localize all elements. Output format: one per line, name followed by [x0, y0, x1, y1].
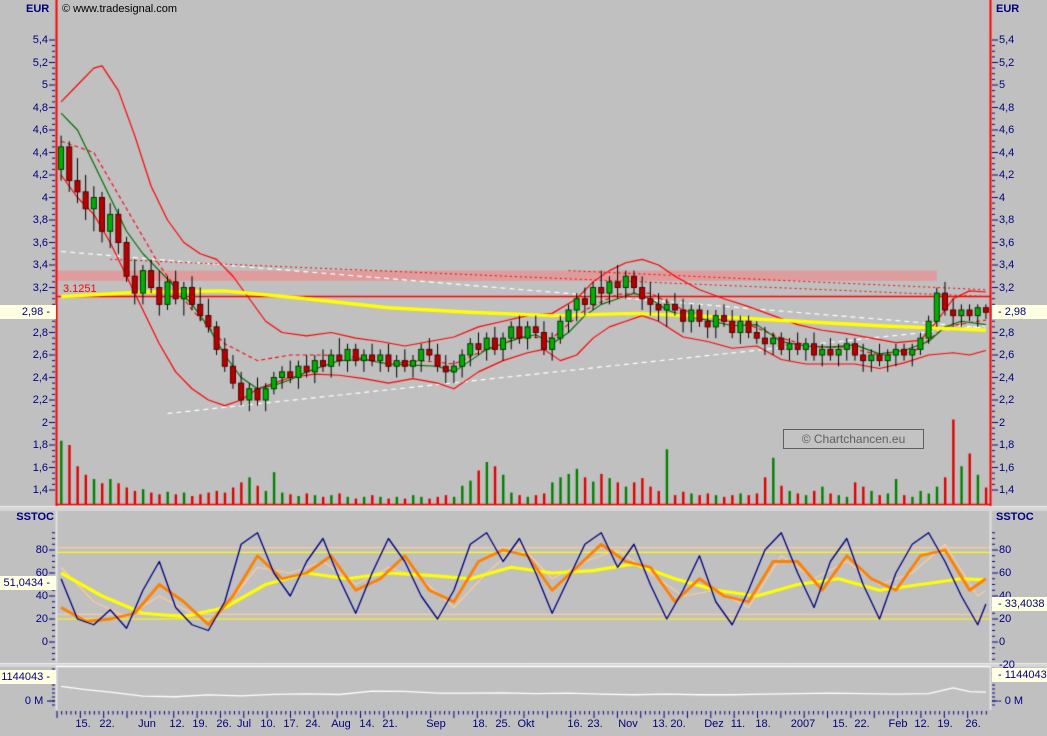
price-tick-label-right: 3,4 — [999, 259, 1015, 271]
last-price-label-left: 2,98 — [0, 305, 56, 319]
mvol-top-value-right: 1144043 — [992, 668, 1047, 682]
x-axis-label: Sep — [426, 718, 446, 730]
price-tick-label-right: 2 — [999, 416, 1006, 429]
mvol-zero-label-right: 0 M — [992, 695, 1023, 708]
copyright-text: © www.tradesignal.com — [62, 3, 178, 15]
price-tick-label-right: 3,8 — [999, 214, 1015, 226]
price-tick-label-right: 4 — [999, 191, 1006, 204]
sstoc-tick-label-left: 20 — [35, 613, 48, 625]
sstoc-value-right: 33,4038 — [992, 597, 1047, 611]
price-tick-label-right: 2,4 — [999, 371, 1015, 384]
chart-canvas — [0, 0, 1047, 736]
price-tick-label-left: 3,4 — [32, 259, 48, 271]
x-axis-label: 26. — [965, 718, 981, 730]
x-axis-label: 18. — [755, 718, 771, 730]
x-axis-label: 22. — [99, 718, 115, 730]
price-tick-label-right: 4,4 — [999, 146, 1015, 159]
mvol-top-value-left: 1144043 — [0, 670, 56, 684]
price-tick-label-left: 2,8 — [32, 326, 48, 339]
price-tick-label-left: 3,8 — [32, 214, 48, 226]
price-axis-unit-right: EUR — [996, 3, 1020, 15]
price-tick-label-right: 1,8 — [999, 439, 1015, 451]
price-tick-label-left: 1,6 — [32, 461, 48, 474]
price-tick-label-right: 2,6 — [999, 349, 1015, 361]
mvol-zero-label-left: 0 M — [0, 695, 56, 708]
price-tick-label-left: 4,4 — [32, 146, 48, 159]
price-tick-label-right: 5 — [999, 79, 1006, 91]
sstoc-title-right: SSTOC — [996, 511, 1034, 523]
price-tick-label-left: 4,8 — [32, 101, 48, 114]
price-tick-label-right: 4,2 — [999, 169, 1015, 181]
price-tick-label-left: 4,2 — [32, 169, 48, 181]
price-tick-label-left: 3,6 — [32, 236, 48, 249]
price-tick-label-left: 4 — [41, 191, 48, 204]
resistance-price-label: 3.1251 — [63, 283, 97, 295]
price-tick-label-right: 3,6 — [999, 236, 1015, 249]
price-tick-label-right: 5,2 — [999, 56, 1015, 69]
sstoc-tick-label-right: 80 — [999, 544, 1012, 556]
sstoc-tick-label-right: 20 — [999, 613, 1012, 625]
price-tick-label-right: 5,4 — [999, 34, 1015, 46]
price-tick-label-right: 3,2 — [999, 281, 1015, 294]
x-axis-label: Okt — [517, 718, 535, 730]
sstoc-value-left: 51,0434 — [0, 576, 56, 590]
price-tick-label-left: 3,2 — [32, 281, 48, 294]
price-tick-label-right: 4,6 — [999, 124, 1015, 136]
price-axis-unit-left: EUR — [26, 3, 50, 15]
price-tick-label-left: 1,4 — [32, 484, 48, 496]
last-price-label-right: 2,98 — [992, 305, 1047, 319]
watermark-box: © Chartchancen.eu — [783, 429, 924, 449]
price-tick-label-left: 2,2 — [32, 394, 48, 406]
price-tick-label-left: 1,8 — [32, 439, 48, 451]
price-tick-label-left: 2,6 — [32, 349, 48, 361]
sstoc-tick-label-left: 80 — [35, 544, 48, 556]
price-tick-label-right: 4,8 — [999, 101, 1015, 114]
price-tick-label-left: 2,4 — [32, 371, 48, 384]
price-tick-label-left: 4,6 — [32, 124, 48, 136]
sstoc-tick-label-left: 40 — [35, 590, 48, 602]
watermark-text: © Chartchancen.eu — [801, 432, 906, 446]
price-tick-label-left: 5,2 — [32, 56, 48, 69]
price-tick-label-right: 2,8 — [999, 326, 1015, 339]
price-tick-label-left: 5,4 — [32, 34, 48, 46]
chart-window: EUR © www.tradesignal.com EUR 5,4 5,4 5,2 5… — [0, 0, 1047, 736]
price-tick-label-left: 5 — [41, 79, 48, 91]
sstoc-tick-label-right: 60 — [999, 567, 1012, 579]
sstoc-tick-label-left: 0 — [41, 636, 48, 648]
x-axis-label: 21. — [382, 718, 398, 730]
sstoc-title-left: SSTOC — [16, 511, 54, 523]
price-tick-label-right: 2,2 — [999, 394, 1015, 406]
price-tick-label-right: 1,6 — [999, 461, 1015, 474]
sstoc-tick-label-right: 0 — [999, 636, 1006, 648]
price-tick-label-left: 2 — [41, 416, 48, 429]
price-tick-label-right: 1,4 — [999, 484, 1015, 496]
